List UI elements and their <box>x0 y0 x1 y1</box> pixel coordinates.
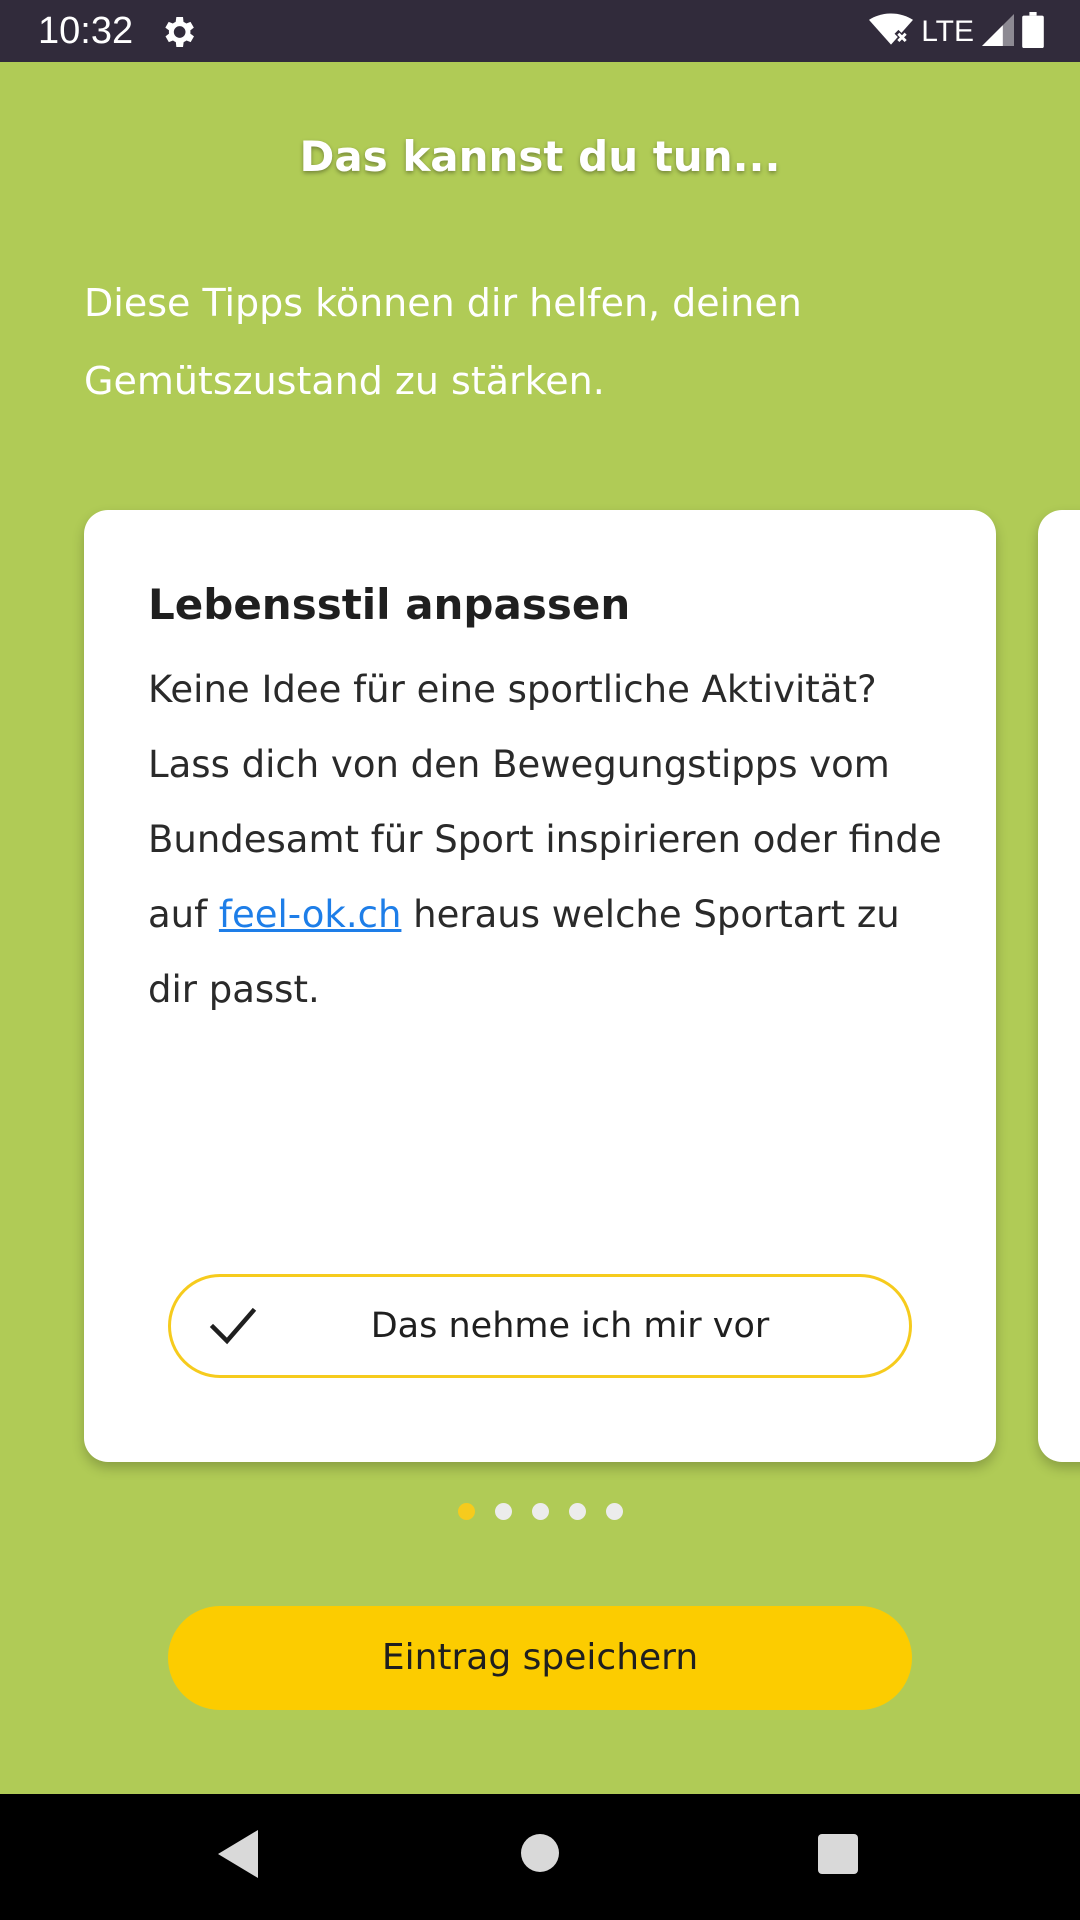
save-entry-button[interactable]: Eintrag speichern <box>168 1606 912 1710</box>
page-title: Das kannst du tun... <box>299 132 781 181</box>
status-time: 10:32 <box>38 10 134 52</box>
recents-icon[interactable] <box>818 1834 858 1874</box>
page-indicator <box>0 1503 1080 1523</box>
network-type: LTE <box>921 15 974 48</box>
check-icon <box>209 1305 257 1349</box>
next-tip-card[interactable] <box>1038 510 1080 1462</box>
intro-text: Diese Tipps können dir helfen, deinen Ge… <box>84 281 802 403</box>
status-bar: 10:32 LTE <box>0 0 1080 62</box>
page-dot-3[interactable] <box>531 1503 549 1520</box>
commit-button[interactable]: Das nehme ich mir vor <box>168 1274 912 1378</box>
commit-button-label: Das nehme ich mir vor <box>370 1306 770 1346</box>
page-dot-1[interactable] <box>457 1503 475 1520</box>
save-entry-button-label: Eintrag speichern <box>381 1637 699 1678</box>
status-icons: LTE <box>869 12 1044 52</box>
page-dot-4[interactable] <box>568 1503 586 1520</box>
wifi-icon <box>869 13 914 51</box>
page-dot-5[interactable] <box>605 1503 623 1520</box>
battery-icon <box>1022 12 1044 52</box>
tip-card-title: Lebensstil anpassen <box>148 580 631 629</box>
back-icon[interactable] <box>218 1830 258 1878</box>
home-icon[interactable] <box>521 1834 559 1872</box>
page-dot-2[interactable] <box>494 1503 512 1520</box>
signal-icon <box>982 14 1014 50</box>
tip-card: Lebensstil anpassen Keine Idee für eine … <box>84 510 996 1462</box>
gear-icon <box>158 12 198 52</box>
tip-card-body: Keine Idee für eine sportliche Aktivität… <box>148 652 948 1027</box>
navigation-bar <box>0 1794 1080 1920</box>
feel-ok-link[interactable]: feel-ok.ch <box>219 893 402 936</box>
